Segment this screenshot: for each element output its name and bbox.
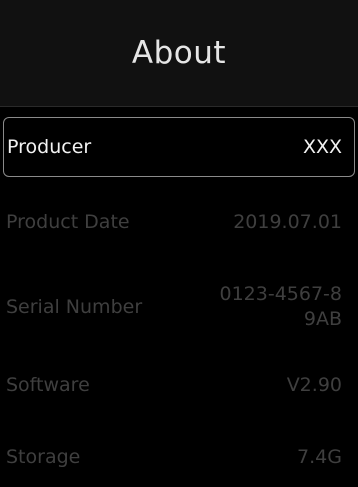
page-title: About [131,35,227,71]
software-label: Software [6,374,90,396]
producer-label: Producer [7,136,92,158]
producer-value: XXX [302,135,342,158]
product-date-value: 2019.07.01 [233,210,342,233]
list-item-product-date[interactable]: Product Date 2019.07.01 [0,184,358,260]
header-bar: About [0,0,358,107]
list-item-producer[interactable]: Producer XXX [3,117,355,177]
about-screen: About Producer XXX Product Date 2019.07.… [0,0,358,479]
storage-label: Storage [6,446,81,468]
software-value: V2.90 [286,373,342,396]
list-item-serial-number[interactable]: Serial Number 0123-4567-89AB [0,269,358,345]
list-item-storage[interactable]: Storage 7.4G [0,427,358,487]
list-item-software[interactable]: Software V2.90 [0,355,358,415]
serial-number-label: Serial Number [6,296,143,318]
product-date-label: Product Date [6,211,130,233]
storage-value: 7.4G [297,445,342,468]
serial-number-value: 0123-4567-89AB [219,283,342,330]
